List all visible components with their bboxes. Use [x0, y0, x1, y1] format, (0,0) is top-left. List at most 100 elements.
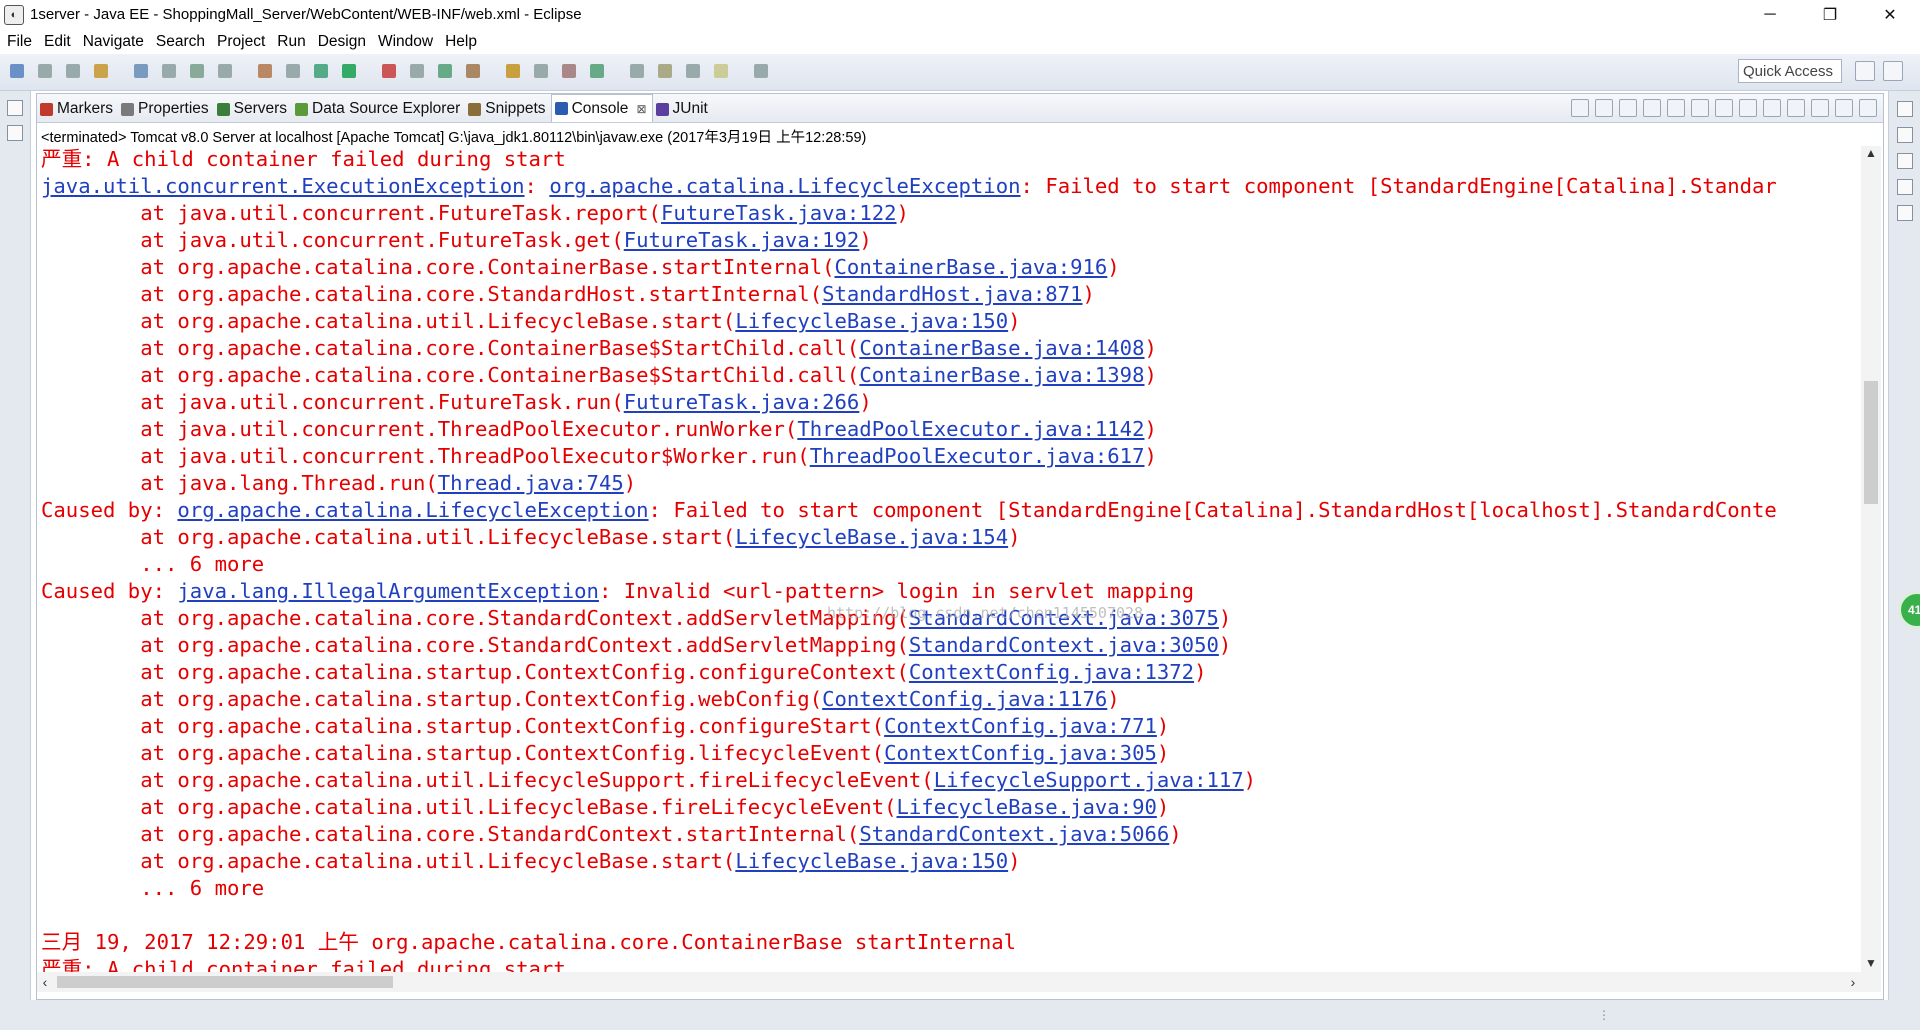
open-console-icon[interactable] — [1811, 99, 1829, 117]
stack-trace-link[interactable]: ContainerBase.java:916 — [835, 255, 1108, 279]
task-list-icon[interactable] — [1897, 153, 1913, 169]
menu-file[interactable]: File — [0, 33, 38, 51]
toolbar-button-icon[interactable] — [590, 64, 604, 78]
stack-trace-link[interactable]: LifecycleBase.java:154 — [735, 525, 1008, 549]
open-perspective-icon[interactable] — [1855, 61, 1875, 81]
remove-launch-icon[interactable] — [1595, 99, 1613, 117]
scroll-down-arrow[interactable]: ▼ — [1861, 956, 1881, 972]
restore-button[interactable]: ❐ — [1800, 0, 1860, 29]
console-output[interactable]: 严重: A child container failed during star… — [41, 146, 1861, 972]
menu-navigate[interactable]: Navigate — [77, 33, 150, 51]
tab-markers[interactable]: Markers — [37, 96, 118, 122]
menu-search[interactable]: Search — [150, 33, 211, 51]
maximize-view-icon[interactable] — [1859, 99, 1877, 117]
stack-trace-link[interactable]: LifecycleSupport.java:117 — [934, 768, 1244, 792]
stack-trace-link[interactable]: ContextConfig.java:305 — [884, 741, 1157, 765]
horizontal-scroll-thumb[interactable] — [57, 976, 393, 988]
pin-console-icon[interactable] — [1763, 99, 1781, 117]
stack-trace-link[interactable]: ContextConfig.java:771 — [884, 714, 1157, 738]
vertical-scrollbar[interactable]: ▲ ▼ — [1861, 146, 1881, 972]
toolbar-button-icon[interactable] — [382, 64, 396, 78]
stack-trace-link[interactable]: java.util.concurrent.ExecutionException — [41, 174, 525, 198]
stack-trace-link[interactable]: ThreadPoolExecutor.java:617 — [810, 444, 1145, 468]
tab-servers[interactable]: Servers — [214, 96, 292, 122]
scroll-left-arrow[interactable]: ‹ — [37, 972, 53, 992]
stack-trace-link[interactable]: ContainerBase.java:1398 — [859, 363, 1144, 387]
toolbar-button-icon[interactable] — [686, 64, 700, 78]
stack-trace-link[interactable]: LifecycleBase.java:150 — [735, 309, 1008, 333]
toolbar-button-icon[interactable] — [754, 64, 768, 78]
toolbar-button-icon[interactable] — [714, 64, 728, 78]
stack-trace-link[interactable]: StandardContext.java:3050 — [909, 633, 1219, 657]
toolbar-button-icon[interactable] — [162, 64, 176, 78]
stack-trace-link[interactable]: LifecycleBase.java:150 — [735, 849, 1008, 873]
toolbar-button-icon[interactable] — [134, 64, 148, 78]
word-wrap-icon[interactable] — [1691, 99, 1709, 117]
toolbar-button-icon[interactable] — [562, 64, 576, 78]
toolbar-button-icon[interactable] — [466, 64, 480, 78]
show-on-output-icon[interactable] — [1715, 99, 1733, 117]
toolbar-button-icon[interactable] — [438, 64, 452, 78]
show-on-error-icon[interactable] — [1739, 99, 1757, 117]
minimize-view-icon[interactable] — [1835, 99, 1853, 117]
tab-data-source-explorer[interactable]: Data Source Explorer — [292, 96, 465, 122]
java-ee-perspective-icon[interactable] — [1883, 61, 1903, 81]
minimize-button[interactable]: ─ — [1740, 0, 1800, 29]
stack-trace-link[interactable]: ThreadPoolExecutor.java:1142 — [797, 417, 1144, 441]
stack-trace-link[interactable]: LifecycleBase.java:90 — [897, 795, 1157, 819]
menu-window[interactable]: Window — [372, 33, 439, 51]
quick-access-input[interactable]: Quick Access — [1738, 59, 1842, 83]
restore-view-icon[interactable] — [1897, 101, 1913, 117]
toolbar-button-icon[interactable] — [218, 64, 232, 78]
stack-trace-link[interactable]: FutureTask.java:266 — [624, 390, 860, 414]
toolbar-button-icon[interactable] — [342, 64, 356, 78]
stack-trace-link[interactable]: ContainerBase.java:1408 — [859, 336, 1144, 360]
menu-design[interactable]: Design — [312, 33, 372, 51]
stack-trace-link[interactable]: FutureTask.java:122 — [661, 201, 897, 225]
toolbar-button-icon[interactable] — [94, 64, 108, 78]
toolbar-button-icon[interactable] — [506, 64, 520, 78]
scroll-up-arrow[interactable]: ▲ — [1861, 146, 1881, 162]
tab-junit[interactable]: JUnit — [653, 96, 713, 122]
restore-view-icon[interactable] — [1897, 179, 1913, 195]
display-console-icon[interactable] — [1787, 99, 1805, 117]
stack-trace-link[interactable]: ContextConfig.java:1176 — [822, 687, 1107, 711]
toolbar-button-icon[interactable] — [38, 64, 52, 78]
close-button[interactable]: ✕ — [1860, 0, 1920, 29]
toolbar-button-icon[interactable] — [286, 64, 300, 78]
palette-icon[interactable] — [1897, 205, 1913, 221]
stack-trace-link[interactable]: StandardContext.java:5066 — [859, 822, 1169, 846]
stack-trace-link[interactable]: org.apache.catalina.LifecycleException — [549, 174, 1020, 198]
stack-trace-link[interactable]: Thread.java:745 — [438, 471, 624, 495]
close-tab-icon[interactable]: ⊠ — [636, 102, 646, 116]
tab-console[interactable]: Console ⊠ — [550, 94, 653, 122]
menu-edit[interactable]: Edit — [38, 33, 77, 51]
stack-trace-link[interactable]: StandardHost.java:871 — [822, 282, 1082, 306]
outline-icon[interactable] — [1897, 127, 1913, 143]
toolbar-button-icon[interactable] — [410, 64, 424, 78]
stack-trace-link[interactable]: ContextConfig.java:1372 — [909, 660, 1194, 684]
stack-trace-link[interactable]: org.apache.catalina.LifecycleException — [177, 498, 648, 522]
stack-trace-link[interactable]: FutureTask.java:192 — [624, 228, 860, 252]
clear-console-icon[interactable] — [1643, 99, 1661, 117]
toolbar-button-icon[interactable] — [630, 64, 644, 78]
toolbar-button-icon[interactable] — [658, 64, 672, 78]
project-explorer-icon[interactable] — [7, 125, 23, 141]
horizontal-scrollbar[interactable]: ‹ › — [37, 972, 1861, 992]
toolbar-button-icon[interactable] — [314, 64, 328, 78]
restore-view-icon[interactable] — [7, 100, 23, 116]
scroll-right-arrow[interactable]: › — [1845, 972, 1861, 992]
scroll-lock-icon[interactable] — [1667, 99, 1685, 117]
tab-properties[interactable]: Properties — [118, 96, 214, 122]
menu-help[interactable]: Help — [439, 33, 483, 51]
stack-trace-link[interactable]: java.lang.IllegalArgumentException — [177, 579, 599, 603]
terminate-icon[interactable] — [1571, 99, 1589, 117]
toolbar-button-icon[interactable] — [534, 64, 548, 78]
menu-run[interactable]: Run — [271, 33, 311, 51]
remove-all-icon[interactable] — [1619, 99, 1637, 117]
toolbar-button-icon[interactable] — [190, 64, 204, 78]
menu-project[interactable]: Project — [211, 33, 271, 51]
tab-snippets[interactable]: Snippets — [465, 96, 550, 122]
toolbar-button-icon[interactable] — [66, 64, 80, 78]
toolbar-button-icon[interactable] — [10, 64, 24, 78]
